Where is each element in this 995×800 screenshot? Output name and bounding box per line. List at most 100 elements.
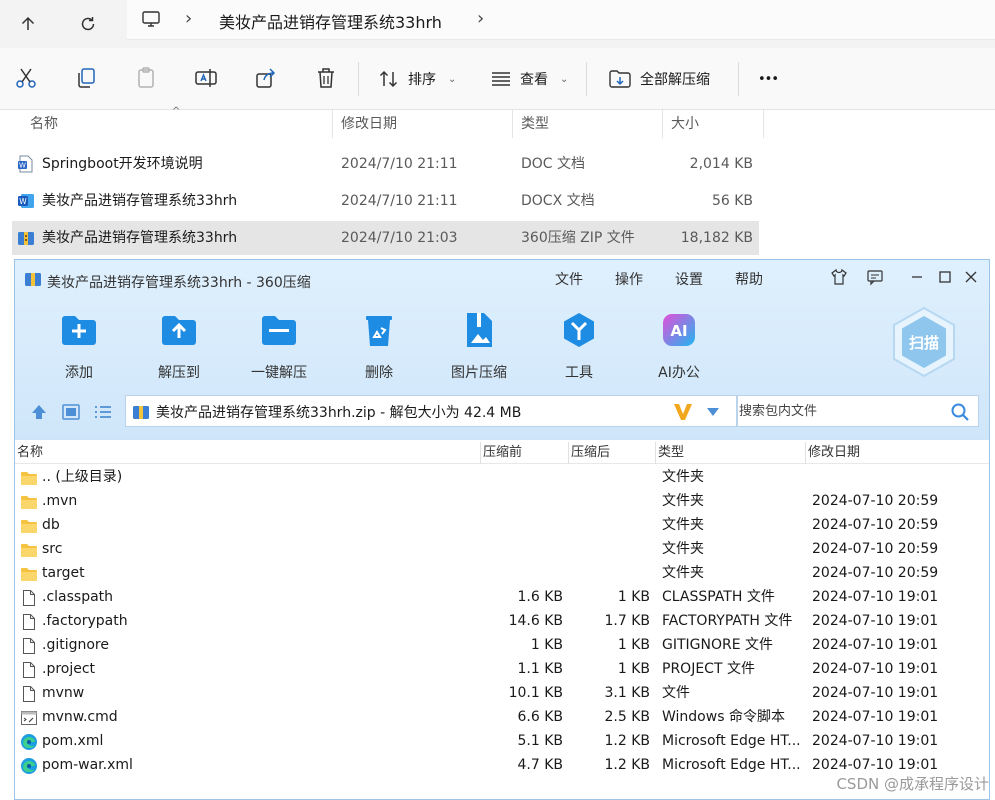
archive-row[interactable]: pom.xml 5.1 KB 1.2 KB Microsoft Edge HT... 2… <box>15 729 989 753</box>
entry-date: 2024-07-10 19:01 <box>812 661 939 677</box>
add-label: 添加 <box>65 365 93 381</box>
entry-size-before: 1.1 KB <box>517 661 564 677</box>
maximize-icon[interactable] <box>935 267 955 287</box>
extract-to-button[interactable]: 解压到 <box>139 310 219 382</box>
archive-search-input[interactable] <box>739 397 944 425</box>
entry-type: Microsoft Edge HT... <box>662 733 801 749</box>
close-icon[interactable] <box>961 267 981 287</box>
file-name: 美妆产品进销存管理系统33hrh <box>42 193 238 209</box>
archive-path-field[interactable]: 美妆产品进销存管理系统33hrh.zip - 解包大小为 42.4 MB <box>125 395 737 427</box>
rename-icon[interactable] <box>194 66 218 90</box>
delete-icon[interactable] <box>314 66 338 90</box>
entry-size-after: 1.2 KB <box>604 757 651 773</box>
delete-button[interactable]: 删除 <box>339 310 419 382</box>
menu-file[interactable]: 文件 <box>555 269 583 289</box>
archive-row[interactable]: src 文件夹 2024-07-10 20:59 <box>15 537 989 561</box>
file-name: 美妆产品进销存管理系统33hrh <box>42 230 238 246</box>
menu-help[interactable]: 帮助 <box>735 269 763 289</box>
archive-path-text: 美妆产品进销存管理系统33hrh.zip - 解包大小为 42.4 MB <box>156 405 522 421</box>
ai-office-button[interactable]: AI AI办公 <box>639 310 719 382</box>
column-date[interactable]: 修改日期 <box>333 110 513 138</box>
breadcrumb-chevron-icon[interactable]: › <box>477 8 484 29</box>
refresh-icon[interactable] <box>70 6 106 42</box>
archive-row[interactable]: .project 1.1 KB 1 KB PROJECT 文件 2024-07-10 1… <box>15 657 989 681</box>
scan-button[interactable]: 扫描 <box>891 306 957 378</box>
cmd-script-icon <box>21 711 37 725</box>
menu-settings[interactable]: 设置 <box>675 269 703 289</box>
svg-text:W: W <box>19 197 27 206</box>
skin-icon[interactable] <box>829 267 849 287</box>
entry-name: target <box>42 565 85 581</box>
archive-row[interactable]: .classpath 1.6 KB 1 KB CLASSPATH 文件 2024-07-… <box>15 585 989 609</box>
share-icon[interactable] <box>254 66 278 90</box>
entry-size-before: 4.7 KB <box>517 757 564 773</box>
archive-row[interactable]: mvnw.cmd 6.6 KB 2.5 KB Windows 命令脚本 2024-07-… <box>15 705 989 729</box>
archive-row[interactable]: .gitignore 1 KB 1 KB GITIGNORE 文件 2024-07-10… <box>15 633 989 657</box>
entry-name: .mvn <box>42 493 78 509</box>
one-click-extract-button[interactable]: 一键解压 <box>239 310 319 382</box>
extract-to-label: 解压到 <box>158 365 200 381</box>
file-row[interactable]: W Springboot开发环境说明 2024/7/10 21:11 DOC 文… <box>12 147 759 181</box>
entry-date: 2024-07-10 20:59 <box>812 517 939 533</box>
copy-icon[interactable] <box>74 66 98 90</box>
feedback-icon[interactable] <box>865 267 885 287</box>
column-name[interactable]: 名称 <box>15 442 481 464</box>
more-options-button[interactable]: ••• <box>758 66 779 92</box>
column-size-after[interactable]: 压缩后 <box>569 442 656 464</box>
column-modified-date[interactable]: 修改日期 <box>806 442 958 464</box>
go-up-icon[interactable] <box>29 402 49 422</box>
column-size-before[interactable]: 压缩前 <box>481 442 569 464</box>
extract-all-button[interactable]: 全部解压缩 <box>608 66 710 92</box>
entry-name: .project <box>42 661 96 677</box>
column-name[interactable]: 名称 <box>22 110 333 138</box>
file-row[interactable]: W 美妆产品进销存管理系统33hrh 2024/7/10 21:11 DOCX … <box>12 184 759 218</box>
up-arrow-icon[interactable] <box>10 6 46 42</box>
dropdown-arrow-icon[interactable] <box>706 406 720 418</box>
list-view-icon[interactable] <box>93 402 113 422</box>
archive-row[interactable]: .mvn 文件夹 2024-07-10 20:59 <box>15 489 989 513</box>
archive-row[interactable]: .. (上级目录) 文件夹 <box>15 465 989 489</box>
entry-date: 2024-07-10 19:01 <box>812 709 939 725</box>
file-row-selected[interactable]: 美妆产品进销存管理系统33hrh 2024/7/10 21:03 360压缩 Z… <box>12 221 759 255</box>
tools-button[interactable]: 工具 <box>539 310 619 382</box>
image-compress-button[interactable]: 图片压缩 <box>439 310 519 382</box>
svg-text:W: W <box>19 162 26 170</box>
breadcrumb-current-folder[interactable]: 美妆产品进销存管理系统33hrh <box>219 9 442 33</box>
paste-icon[interactable] <box>134 66 158 90</box>
entry-type: 文件夹 <box>662 541 704 557</box>
file-size: 2,014 KB <box>689 156 753 172</box>
folder-icon <box>21 520 37 533</box>
edge-icon <box>21 734 37 750</box>
minimize-icon[interactable] <box>907 267 927 287</box>
breadcrumb-chevron-icon[interactable]: › <box>185 8 192 29</box>
entry-type: 文件夹 <box>662 565 704 581</box>
archive-row[interactable]: .factorypath 14.6 KB 1.7 KB FACTORYPATH 文件 2… <box>15 609 989 633</box>
entry-size-before: 14.6 KB <box>508 613 563 629</box>
search-icon[interactable] <box>950 402 970 422</box>
archive-row[interactable]: db 文件夹 2024-07-10 20:59 <box>15 513 989 537</box>
zip-file-icon <box>133 406 149 419</box>
file-icon <box>23 614 35 630</box>
cut-icon[interactable] <box>14 66 38 90</box>
entry-date: 2024-07-10 20:59 <box>812 493 939 509</box>
entry-name: mvnw.cmd <box>42 709 118 725</box>
file-size: 18,182 KB <box>680 230 753 246</box>
chevron-down-icon: ⌄ <box>560 73 569 85</box>
watermark-text: CSDN @成承程序设计 <box>836 775 989 793</box>
archive-row[interactable]: mvnw 10.1 KB 3.1 KB 文件 2024-07-10 19:01 <box>15 681 989 705</box>
address-bar[interactable]: › 美妆产品进销存管理系统33hrh › <box>127 0 995 40</box>
view-button[interactable]: 查看 ⌄ <box>490 66 568 92</box>
extract-to-icon <box>162 316 196 345</box>
this-pc-icon[interactable] <box>141 9 161 33</box>
column-type[interactable]: 类型 <box>513 110 663 138</box>
column-size[interactable]: 大小 <box>663 110 764 138</box>
menu-operation[interactable]: 操作 <box>615 269 643 289</box>
entry-type: PROJECT 文件 <box>662 661 755 677</box>
column-type[interactable]: 类型 <box>656 442 806 464</box>
add-button[interactable]: 添加 <box>39 310 119 382</box>
sort-button[interactable]: 排序 ⌄ <box>378 66 456 92</box>
v-logo-icon[interactable] <box>672 402 694 422</box>
extract-all-label: 全部解压缩 <box>640 72 710 88</box>
thumbnail-view-icon[interactable] <box>61 402 81 422</box>
archive-row[interactable]: target 文件夹 2024-07-10 20:59 <box>15 561 989 585</box>
